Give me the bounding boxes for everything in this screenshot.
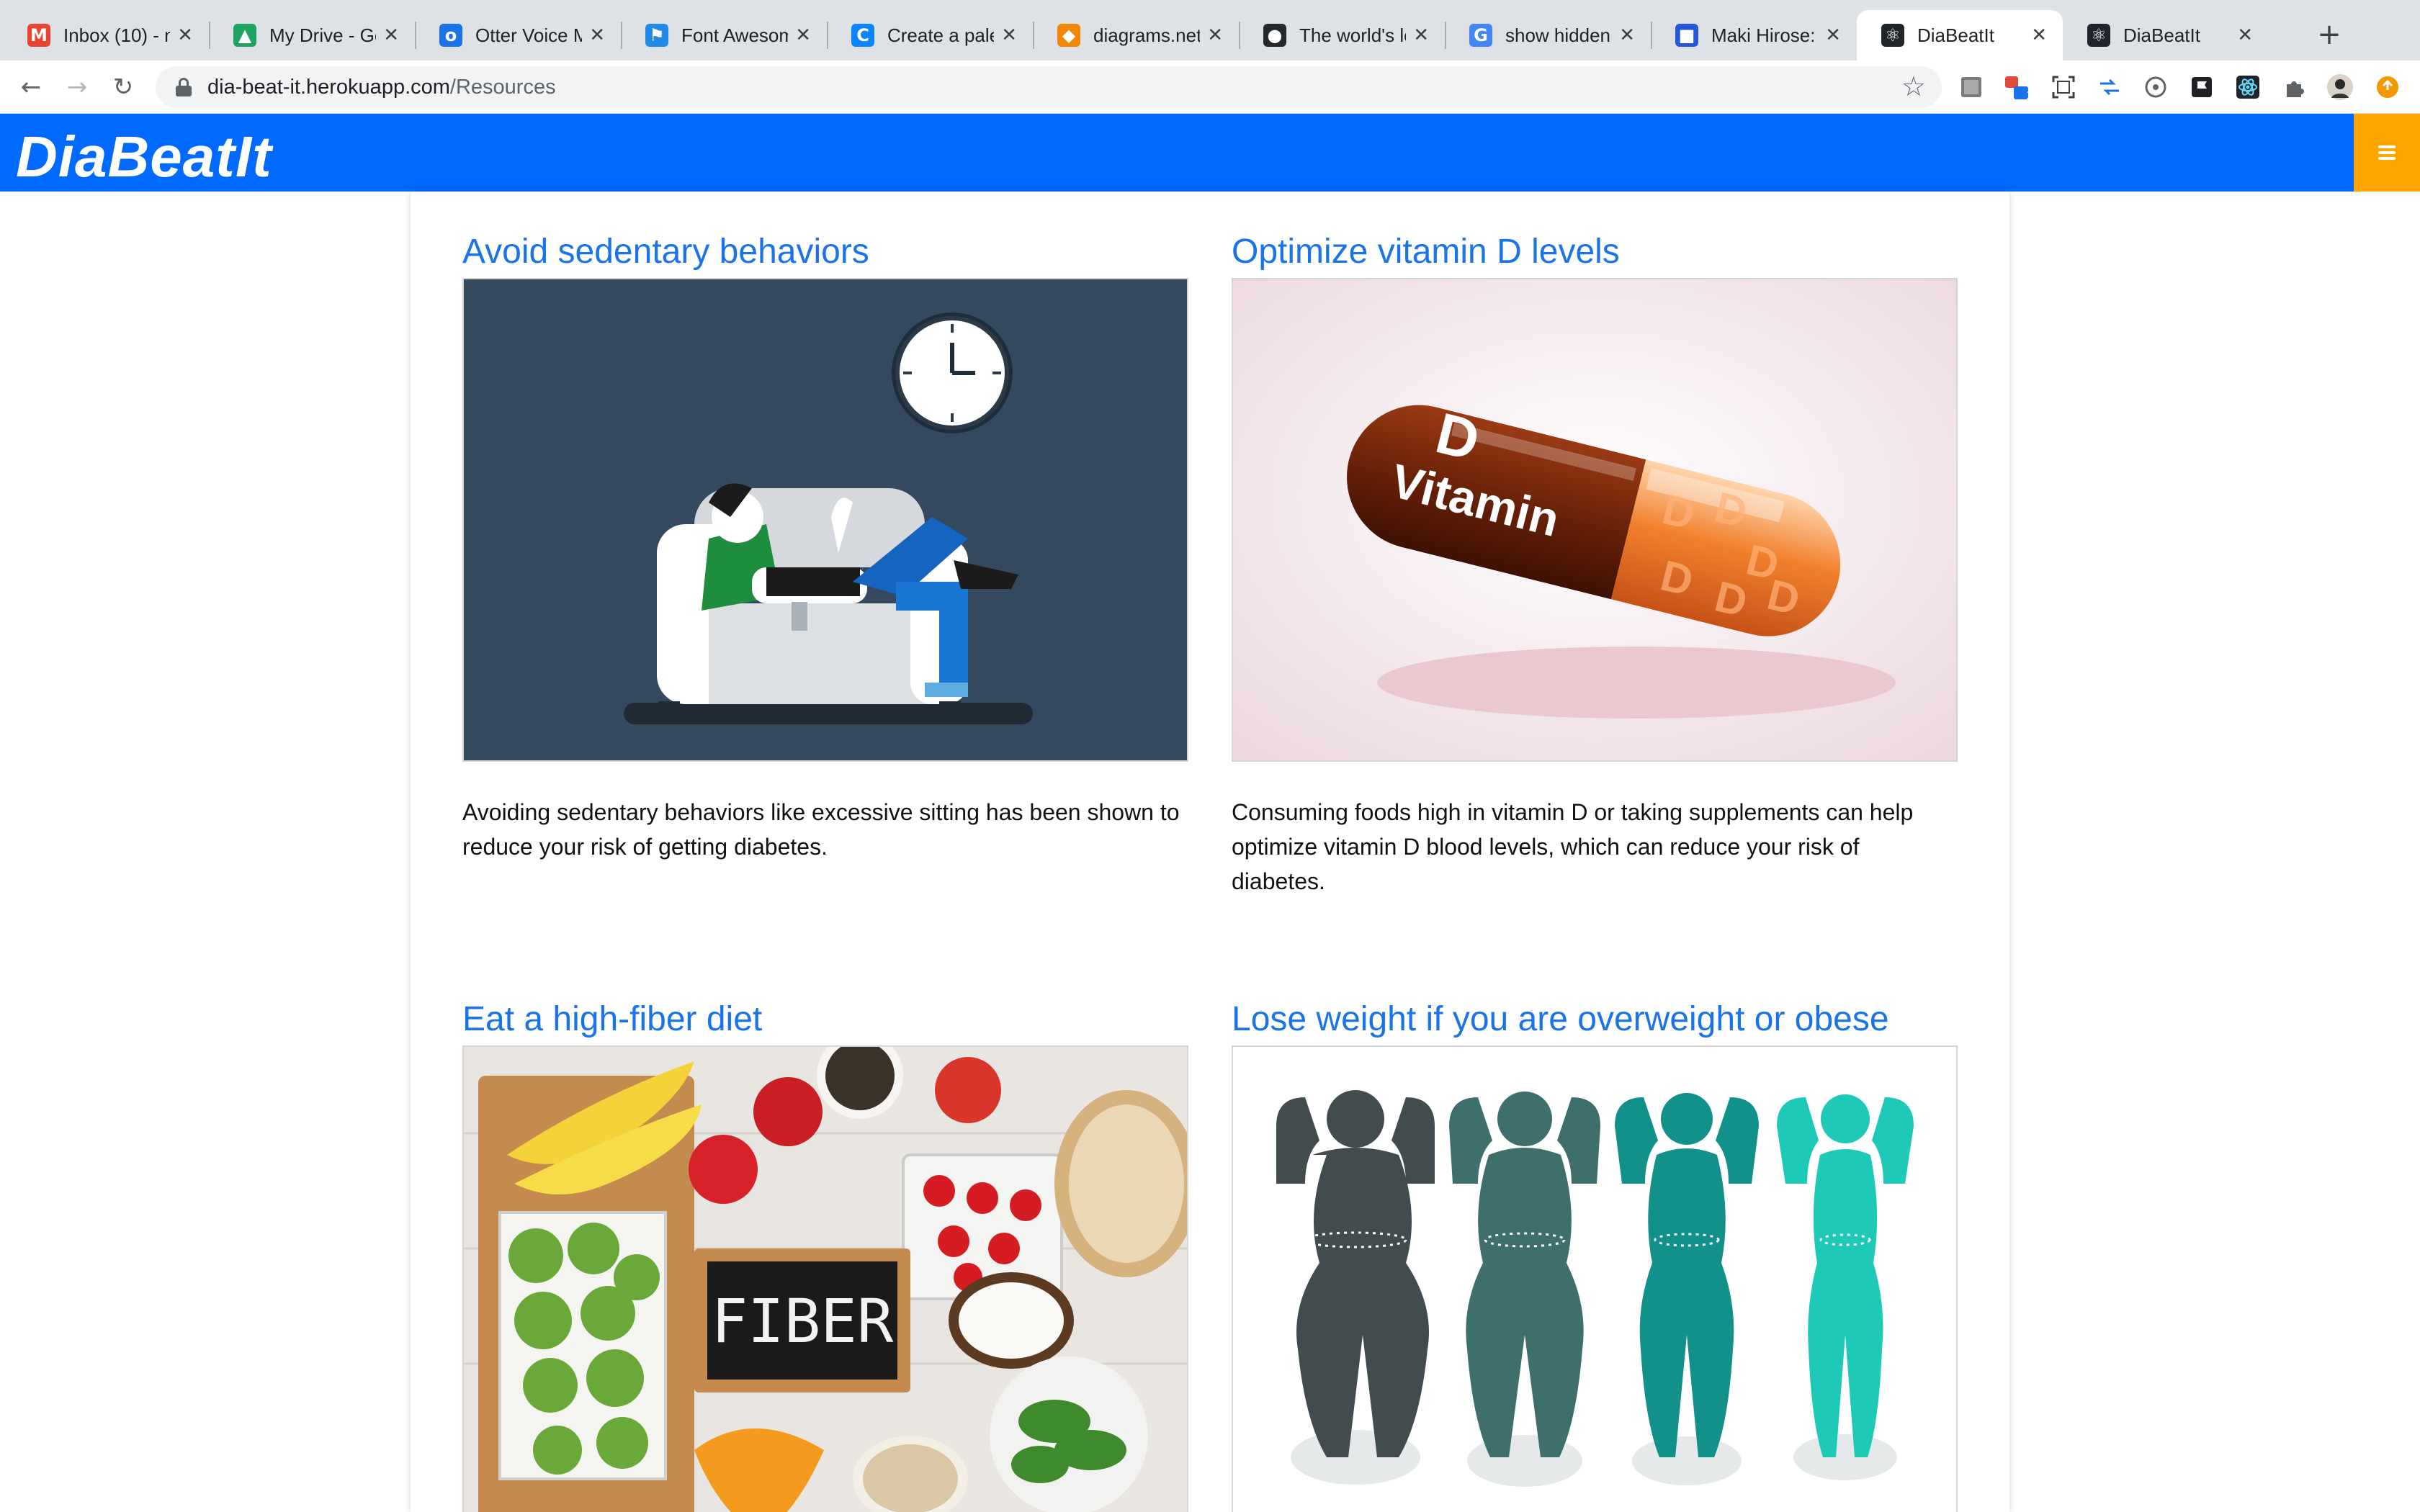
tip-title[interactable]: Avoid sedentary behaviors [462, 230, 1188, 274]
browser-tab[interactable]: ■ Maki Hirose: L ✕ [1651, 10, 1857, 60]
hamburger-menu-button[interactable] [2354, 114, 2420, 192]
extension-photo-icon[interactable] [1958, 73, 1985, 101]
tab-title: Create a palet [887, 24, 995, 46]
close-icon[interactable]: ✕ [1001, 24, 1017, 46]
tip-weight: Lose weight if you are overweight or obe… [1232, 998, 1958, 1512]
github-icon: ● [1263, 24, 1286, 47]
browser-tab[interactable]: ⚑ Font Awesome ✕ [621, 10, 827, 60]
browser-tab[interactable]: M Inbox (10) - m ✕ [3, 10, 209, 60]
resources-card: Avoid sedentary behaviors Avoiding seden… [411, 192, 2009, 1512]
browser-tab[interactable]: ⚛ DiaBeatIt ✕ [2063, 10, 2269, 60]
tab-separator [827, 22, 828, 49]
browser-tab[interactable]: ● The world's le ✕ [1239, 10, 1445, 60]
font-awesome-flag-icon: ⚑ [645, 24, 668, 47]
sedentary-illustration [462, 278, 1188, 762]
browser-tab[interactable]: ⚛ DiaBeatIt ✕ [1857, 10, 2063, 60]
close-icon[interactable]: ✕ [589, 24, 605, 46]
close-icon[interactable]: ✕ [1207, 24, 1223, 46]
close-icon[interactable]: ✕ [1413, 24, 1429, 46]
close-icon[interactable]: ✕ [1825, 24, 1841, 46]
react-icon: ⚛ [2087, 24, 2110, 47]
tab-separator [1445, 22, 1446, 49]
arrow-right-icon: → [66, 73, 88, 102]
tab-title: Otter Voice M [475, 24, 583, 46]
close-icon[interactable]: ✕ [795, 24, 811, 46]
profile-avatar[interactable] [2326, 73, 2354, 101]
tip-sedentary: Avoid sedentary behaviors Avoiding seden… [462, 230, 1188, 864]
tip-title[interactable]: Eat a high-fiber diet [462, 998, 1188, 1041]
otter-icon: o [439, 24, 462, 47]
new-tab-button[interactable]: + [2309, 13, 2349, 56]
close-icon[interactable]: ✕ [177, 24, 193, 46]
url-text: dia-beat-it.herokuapp.com/Resources [207, 76, 556, 99]
tab-title: DiaBeatIt [1917, 24, 1994, 46]
browser-tab[interactable]: ▲ My Drive - Go ✕ [209, 10, 415, 60]
google-icon: G [1469, 24, 1492, 47]
tab-title: Font Awesome [681, 24, 789, 46]
tip-vitamin-d: Optimize vitamin D levels D D D D D D D … [1232, 230, 1958, 899]
browser-tab[interactable]: C Create a palet ✕ [827, 10, 1033, 60]
flag-extension-icon[interactable] [2188, 73, 2215, 101]
tab-title: Maki Hirose: L [1711, 24, 1818, 46]
coolors-icon: C [851, 24, 874, 47]
forward-button[interactable]: → [59, 69, 95, 105]
linkedin-icon: ■ [1675, 24, 1698, 47]
address-bar[interactable]: dia-beat-it.herokuapp.com/Resources ☆ [156, 66, 1942, 108]
tip-text: Consuming foods high in vitamin D or tak… [1232, 799, 1914, 894]
tab-title: The world's le [1299, 24, 1407, 46]
lock-icon [176, 78, 192, 96]
react-devtools-icon[interactable] [2234, 73, 2262, 101]
fiber-chalkboard-text: FIBER [712, 1286, 894, 1356]
tab-separator [209, 22, 210, 49]
tip-text: Avoiding sedentary behaviors like excess… [462, 799, 1180, 860]
browser-tab[interactable]: o Otter Voice M ✕ [415, 10, 621, 60]
tip-title[interactable]: Lose weight if you are overweight or obe… [1232, 998, 1958, 1041]
close-icon[interactable]: ✕ [2031, 24, 2047, 46]
tab-separator [1239, 22, 1240, 49]
tab-title: diagrams.net [1093, 24, 1201, 46]
close-icon[interactable]: ✕ [2237, 24, 2253, 46]
extensions-puzzle-icon[interactable] [2280, 73, 2308, 101]
tab-title: DiaBeatIt [2123, 24, 2200, 46]
browser-toolbar: ← → ↻ dia-beat-it.herokuapp.com/Resource… [0, 60, 2420, 114]
hamburger-icon [2378, 143, 2396, 163]
close-icon[interactable]: ✕ [383, 24, 399, 46]
fiber-food-photo: FIBER [462, 1045, 1188, 1512]
tip-fiber: Eat a high-fiber diet FIBER [462, 998, 1188, 1512]
tab-separator [1033, 22, 1034, 49]
reload-icon: ↻ [112, 73, 134, 102]
bookmark-star-icon[interactable]: ☆ [1901, 71, 1926, 102]
weight-loss-silhouettes [1232, 1045, 1958, 1512]
react-icon: ⚛ [1881, 24, 1904, 47]
gmail-icon: M [27, 24, 50, 47]
google-drive-icon: ▲ [233, 24, 256, 47]
tab-separator [1651, 22, 1652, 49]
browser-tab-strip: M Inbox (10) - m ✕ ▲ My Drive - Go ✕ o Otter Vo… [0, 0, 2420, 60]
arrow-left-icon: ← [20, 73, 42, 102]
swap-arrows-extension-icon[interactable] [2096, 73, 2123, 101]
tab-separator [621, 22, 622, 49]
url-path: /Resources [449, 75, 556, 99]
app-header: DiaBeatIt [0, 114, 2420, 192]
browser-tab[interactable]: ◆ diagrams.net ✕ [1033, 10, 1239, 60]
extension-badge-count: 1 [2026, 89, 2033, 102]
brand-logo[interactable]: DiaBeatIt [16, 124, 272, 190]
url-host: dia-beat-it.herokuapp.com [207, 75, 450, 99]
diagrams-net-icon: ◆ [1057, 24, 1080, 47]
clock-icon [892, 312, 1013, 433]
close-icon[interactable]: ✕ [1619, 24, 1635, 46]
browser-tab[interactable]: Gshow hidden f ✕ [1445, 10, 1651, 60]
back-button[interactable]: ← [13, 69, 49, 105]
extension-badge-icon[interactable]: 1 [2004, 73, 2033, 102]
vitamin-d-capsule-image: DDD DDD D Vitamin [1232, 278, 1958, 762]
tip-title[interactable]: Optimize vitamin D levels [1232, 230, 1958, 274]
screenshot-extension-icon[interactable] [2050, 73, 2077, 101]
update-icon[interactable] [2374, 73, 2401, 101]
reload-button[interactable]: ↻ [105, 69, 141, 105]
tab-title: My Drive - Go [269, 24, 377, 46]
circle-extension-icon[interactable] [2142, 73, 2169, 101]
tab-separator [415, 22, 416, 49]
tab-title: show hidden f [1505, 24, 1613, 46]
tab-title: Inbox (10) - m [63, 24, 171, 46]
